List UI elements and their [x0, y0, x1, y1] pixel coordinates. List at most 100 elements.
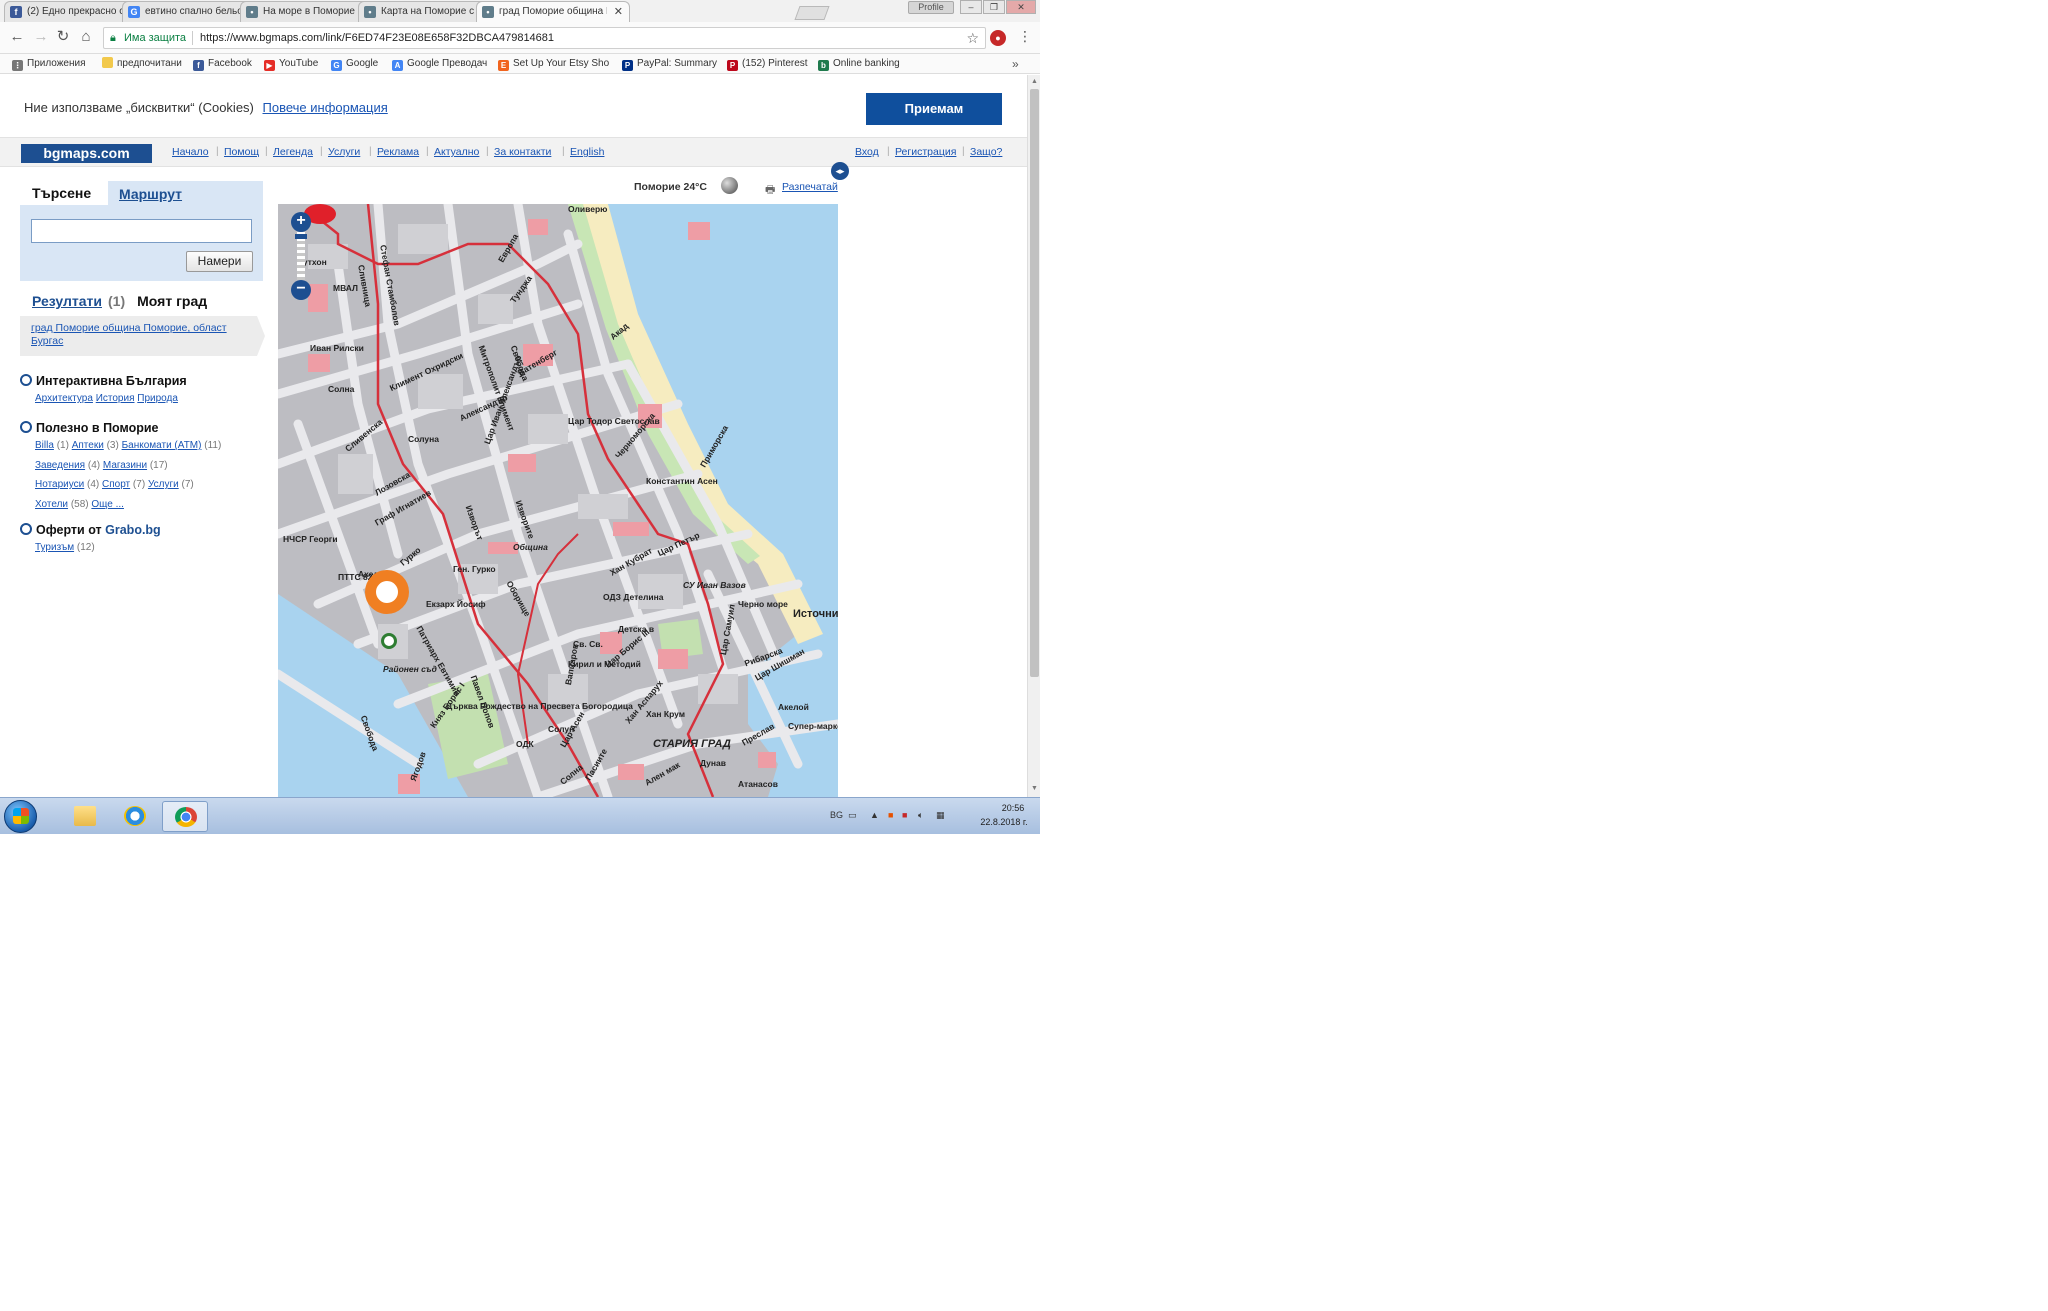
profile-button[interactable]: Profile — [908, 1, 954, 14]
address-bar[interactable]: 🔒︎ Има защита https://www.bgmaps.com/lin… — [103, 27, 986, 49]
bookmark-item[interactable]: ⋮ Приложения — [12, 54, 86, 74]
nav-link[interactable]: English — [570, 146, 604, 158]
bookmark-item[interactable]: предпочитани — [102, 54, 182, 74]
taskbar-internet-explorer[interactable] — [112, 801, 158, 832]
category-link[interactable]: Туризъм — [35, 542, 74, 553]
extension-icon[interactable]: ● — [990, 30, 1006, 46]
tray-expand-icon[interactable]: ▲ — [870, 810, 879, 820]
tab-search[interactable]: Търсене — [20, 181, 108, 205]
category-link[interactable]: Billa — [35, 440, 54, 451]
bookmark-item[interactable]: E Set Up Your Etsy Sho — [498, 54, 609, 74]
nav-separator: | — [962, 146, 965, 157]
clock-date[interactable]: 22.8.2018 г. — [972, 817, 1036, 827]
category-link[interactable]: Архитектура — [35, 393, 93, 404]
nav-link[interactable]: Легенда — [273, 146, 313, 158]
minimize-icon[interactable]: – — [960, 0, 982, 14]
bookmark-item[interactable]: ▶ YouTube — [264, 54, 318, 74]
close-icon[interactable]: ✕ — [614, 2, 623, 22]
search-input[interactable] — [31, 219, 252, 243]
antivirus-icon[interactable]: ■ — [902, 810, 907, 820]
category-link[interactable]: Още ... — [91, 499, 124, 510]
vertical-scrollbar[interactable]: ▲ ▼ — [1027, 75, 1040, 797]
zoom-out-button[interactable]: − — [291, 280, 311, 300]
globe-icon[interactable] — [721, 177, 738, 194]
scrollbar-thumb[interactable] — [1030, 89, 1039, 677]
bookmark-item[interactable]: f Facebook — [193, 54, 252, 74]
nav-link[interactable]: Реклама — [377, 146, 419, 158]
section-title[interactable]: Полезно в Поморие — [20, 421, 159, 435]
result-item[interactable]: град Поморие община Поморие, област Бург… — [20, 316, 265, 356]
account-link[interactable]: Вход — [855, 146, 879, 158]
nav-link[interactable]: Актуално — [434, 146, 479, 158]
scroll-up-icon[interactable]: ▲ — [1029, 76, 1040, 88]
category-count: (7) — [181, 479, 194, 490]
close-window-icon[interactable]: ✕ — [1006, 0, 1036, 14]
tab-route[interactable]: Маршрут — [119, 181, 182, 207]
category-count: (11) — [204, 440, 222, 451]
volume-icon[interactable]: 🔈︎ — [918, 810, 923, 821]
url-text[interactable]: https://www.bgmaps.com/link/F6ED74F23E08… — [200, 28, 554, 48]
home-icon[interactable]: ⌂ — [77, 28, 95, 46]
search-button[interactable]: Намери — [186, 251, 253, 272]
site-logo[interactable]: bgmaps.com — [21, 144, 152, 163]
bookmark-item[interactable]: b Online banking — [818, 54, 900, 74]
category-link[interactable]: Спорт — [102, 479, 130, 490]
zoom-in-button[interactable]: + — [291, 212, 311, 232]
bookmark-item[interactable]: G Google — [331, 54, 378, 74]
category-link[interactable]: Магазини — [103, 460, 147, 471]
nav-link[interactable]: Начало — [172, 146, 209, 158]
url-separator — [192, 31, 193, 45]
city-map[interactable]: Тунджа Европа Ягодов Княз Борис I Сливница Со… — [278, 204, 838, 797]
tab-results[interactable]: Резултати — [32, 293, 102, 309]
location-pin-icon[interactable] — [365, 570, 409, 614]
result-link[interactable]: град Поморие община Поморие, област Бург… — [31, 322, 251, 348]
section-title[interactable]: Оферти от Grabo.bg — [20, 523, 161, 537]
account-link[interactable]: Регистрация — [895, 146, 956, 158]
keyboard-icon[interactable]: ▭ — [848, 810, 857, 821]
clock-time[interactable]: 20:56 — [988, 803, 1038, 813]
expand-map-icon[interactable]: ◂▸ — [831, 162, 849, 180]
category-link[interactable]: Услуги — [148, 479, 179, 490]
security-icon[interactable]: ■ — [888, 810, 893, 820]
bookmark-item[interactable]: P PayPal: Summary — [622, 54, 717, 74]
menu-icon[interactable]: ⋮ — [1018, 28, 1032, 45]
start-button[interactable] — [4, 800, 37, 833]
accept-cookies-button[interactable]: Приемам — [866, 93, 1002, 125]
chevron-more-icon[interactable]: » — [1012, 54, 1019, 74]
category-link[interactable]: Банкомати (ATM) — [122, 440, 202, 451]
category-link[interactable]: Заведения — [35, 460, 85, 471]
section-title[interactable]: Интерактивна България — [20, 374, 187, 388]
language-indicator[interactable]: BG — [830, 810, 843, 820]
account-link[interactable]: Защо? — [970, 146, 1002, 158]
star-icon[interactable]: ☆ — [966, 28, 979, 48]
scroll-down-icon[interactable]: ▼ — [1029, 783, 1040, 795]
reload-icon[interactable]: ↻ — [54, 28, 72, 46]
forward-icon[interactable]: → — [32, 28, 50, 46]
nav-link[interactable]: За контакти — [494, 146, 551, 158]
tab-my-city[interactable]: Моят град — [137, 293, 207, 309]
zoom-slider[interactable] — [297, 232, 305, 280]
bookmark-item[interactable]: A Google Преводач — [392, 54, 487, 74]
category-link[interactable]: Нотариуси — [35, 479, 84, 490]
bookmark-item[interactable]: P (152) Pinterest — [727, 54, 808, 74]
poi-marker-icon[interactable] — [381, 633, 397, 649]
restore-icon[interactable]: ❐ — [983, 0, 1005, 14]
tab-title: (2) Едно прекрасно спа — [27, 6, 135, 17]
category-link[interactable]: Хотели — [35, 499, 68, 510]
cookie-more-info-link[interactable]: Повече информация — [263, 100, 388, 115]
nav-link[interactable]: Услуги — [328, 146, 360, 158]
browser-tab-active[interactable]: • град Поморие община П ✕ — [476, 1, 630, 22]
taskbar-explorer[interactable] — [62, 801, 108, 832]
category-link[interactable]: Аптеки — [72, 440, 104, 451]
print-link[interactable]: Разпечатай — [782, 181, 838, 193]
zoom-slider-handle[interactable] — [295, 234, 307, 239]
printer-icon[interactable]: 🖶︎ — [765, 181, 775, 200]
nav-link[interactable]: Помощ — [224, 146, 259, 158]
category-count: (12) — [76, 542, 95, 553]
category-link[interactable]: Природа — [137, 393, 178, 404]
taskbar-chrome[interactable] — [162, 801, 208, 832]
network-icon[interactable]: ▦ — [936, 810, 945, 821]
category-link[interactable]: История — [96, 393, 135, 404]
new-tab-button[interactable] — [794, 6, 830, 20]
back-icon[interactable]: ← — [8, 28, 26, 46]
